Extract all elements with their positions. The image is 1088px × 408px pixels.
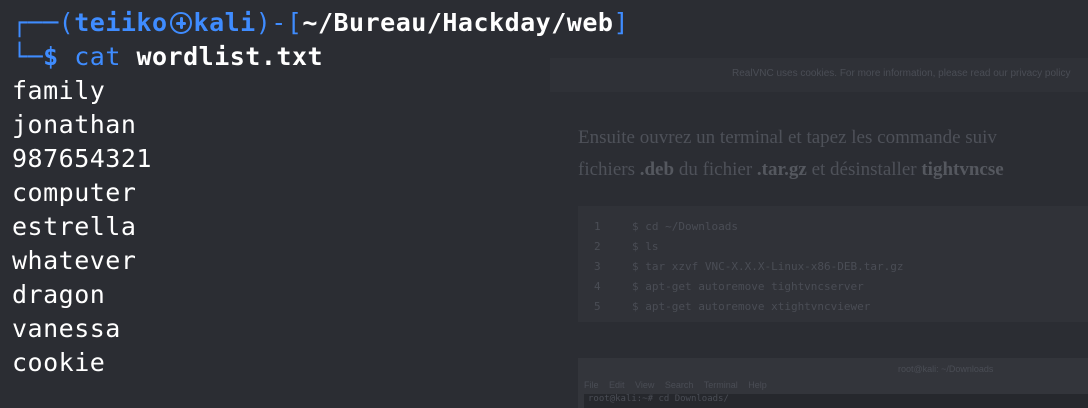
prompt-user: teiiko [74, 8, 168, 37]
output-line: dragon [12, 280, 106, 309]
prompt-corner-bottom: └─ [12, 42, 44, 71]
output-line: 987654321 [12, 144, 152, 173]
output-line: estrella [12, 212, 137, 241]
command-argument: wordlist.txt [136, 42, 324, 71]
prompt-dollar: $ [43, 42, 59, 71]
prompt-host: kali [193, 8, 256, 37]
prompt-close-bracket: ] [613, 8, 629, 37]
prompt-line-2: └─$ cat wordlist.txt [12, 40, 323, 74]
output-line: vanessa [12, 314, 121, 343]
output-line: jonathan [12, 110, 137, 139]
terminal-window[interactable]: ┌──(teiiko kali)-[~/Bureau/Hackday/web] └… [0, 0, 1088, 408]
command-name: cat [74, 42, 121, 71]
output-line: computer [12, 178, 137, 207]
output-line: family [12, 76, 106, 105]
output-line: cookie [12, 348, 106, 377]
output-line: whatever [12, 246, 137, 275]
prompt-separator: )-[ [255, 8, 303, 37]
prompt-corner-top: ┌──( [12, 8, 75, 37]
prompt-line-1: ┌──(teiiko kali)-[~/Bureau/Hackday/web] [12, 6, 629, 40]
kali-dragon-icon [169, 12, 192, 34]
prompt-path: ~/Bureau/Hackday/web [302, 8, 614, 37]
